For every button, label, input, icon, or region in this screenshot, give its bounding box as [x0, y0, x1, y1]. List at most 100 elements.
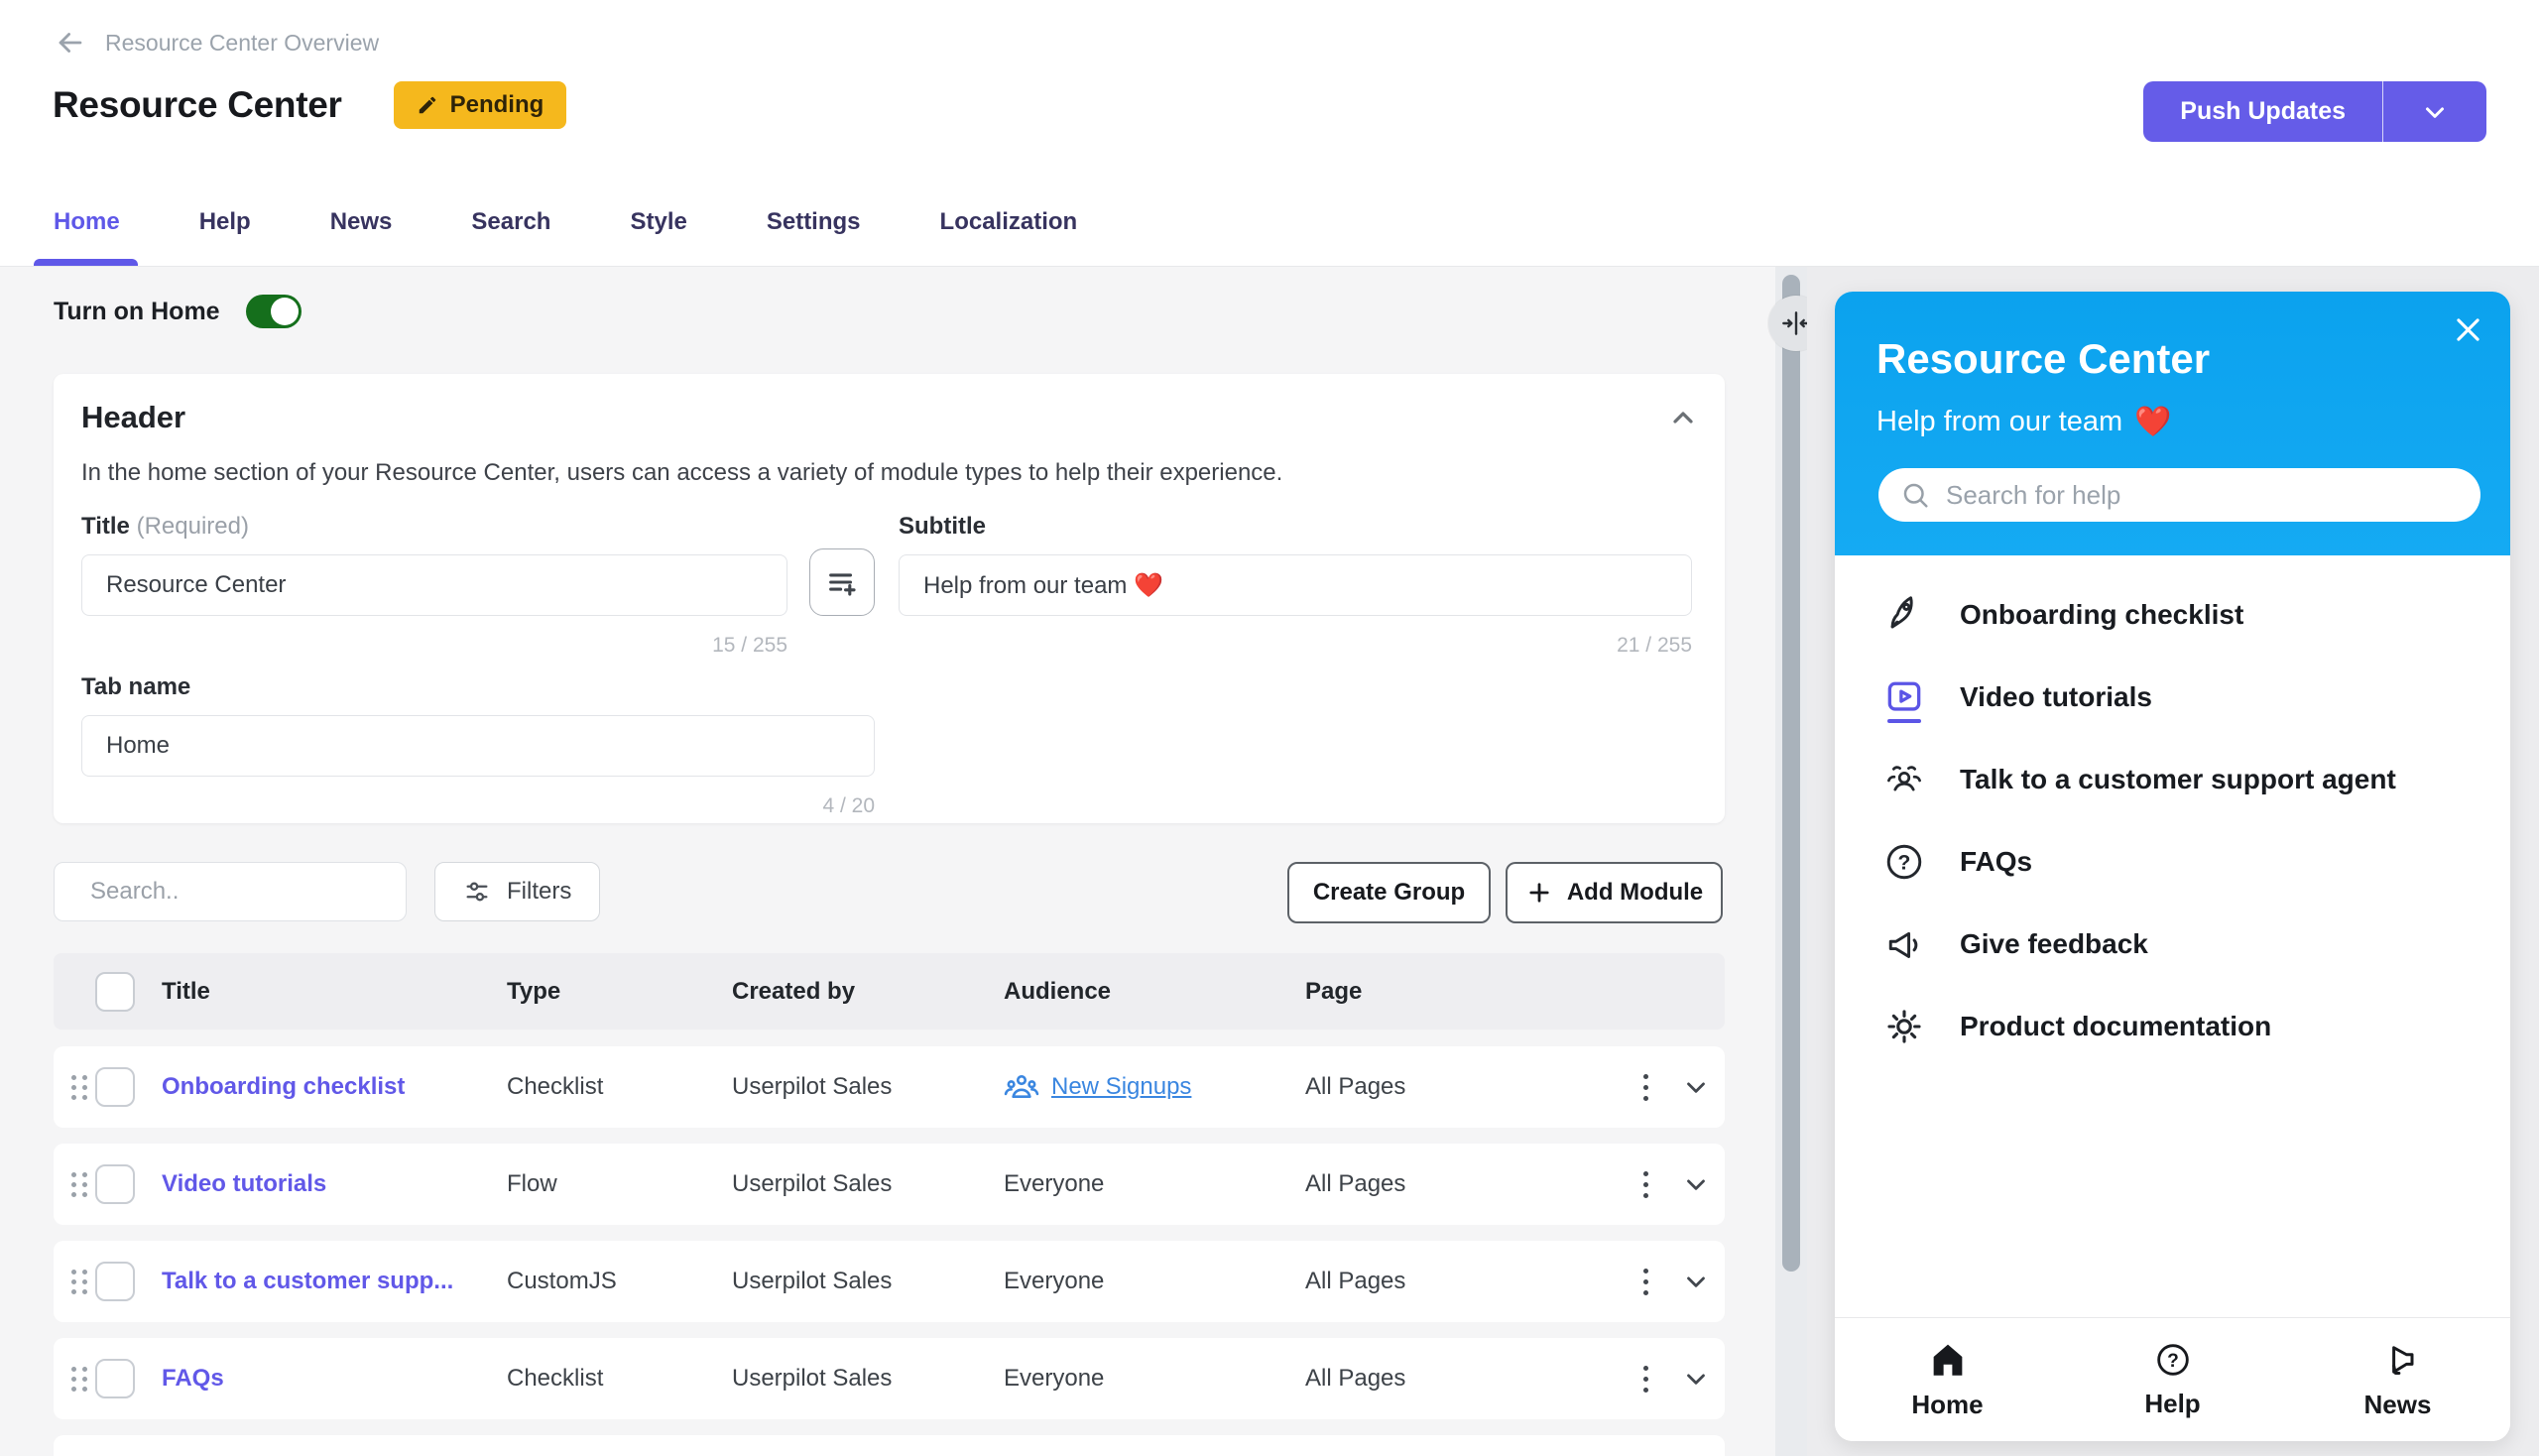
status-badge[interactable]: Pending — [393, 81, 567, 129]
title-input[interactable] — [81, 554, 787, 616]
list-item-label[interactable]: Video tutorials — [1960, 681, 2152, 713]
list-item-label[interactable]: Onboarding checklist — [1960, 599, 2243, 631]
back-arrow-icon[interactable] — [54, 26, 87, 60]
tab-name-input[interactable] — [81, 715, 875, 777]
list-item-label[interactable]: FAQs — [1960, 846, 2032, 878]
megaphone-icon — [1880, 920, 1928, 968]
row-checkbox[interactable] — [95, 1359, 135, 1398]
list-item[interactable]: Onboarding checklist — [1880, 573, 2510, 656]
module-created-by: Userpilot Sales — [732, 1073, 893, 1100]
nav-news-label[interactable]: News — [2364, 1390, 2432, 1420]
row-menu-icon[interactable] — [1635, 1073, 1655, 1101]
scrollbar-thumb[interactable] — [1782, 275, 1800, 1272]
preview-subtitle-text: Help from our team — [1876, 406, 2123, 437]
row-menu-icon[interactable] — [1635, 1365, 1655, 1393]
list-item-label[interactable]: Talk to a customer support agent — [1960, 764, 2396, 795]
row-checkbox[interactable] — [95, 1067, 135, 1107]
nav-help-label[interactable]: Help — [2144, 1389, 2200, 1419]
row-checkbox[interactable] — [95, 1262, 135, 1301]
home-toggle[interactable] — [245, 295, 302, 328]
select-all-checkbox[interactable] — [95, 971, 135, 1012]
tab-settings[interactable]: Settings — [767, 208, 861, 266]
drag-handle-icon[interactable] — [71, 1074, 87, 1100]
search-icon — [1903, 483, 1928, 508]
tab-localization[interactable]: Localization — [940, 208, 1078, 266]
push-updates-button[interactable]: Push Updates — [2143, 81, 2383, 142]
list-item[interactable]: Give feedback — [1880, 903, 2510, 985]
breadcrumb[interactable]: Resource Center Overview — [54, 26, 379, 60]
audience-link-label[interactable]: New Signups — [1051, 1073, 1191, 1101]
title-field-label: Title (Required) — [81, 513, 249, 541]
row-menu-icon[interactable] — [1635, 1170, 1655, 1198]
audience-link[interactable]: New Signups — [1004, 1072, 1305, 1102]
row-expand-chevron-icon[interactable] — [1681, 1364, 1725, 1394]
filters-label: Filters — [507, 878, 572, 905]
header-card: Header In the home section of your Resou… — [54, 374, 1725, 823]
filters-button[interactable]: Filters — [434, 862, 601, 921]
push-updates-dropdown-button[interactable] — [2383, 81, 2486, 142]
column-type: Type — [507, 977, 561, 1005]
subtitle-char-counter: 21 / 255 — [1617, 634, 1692, 657]
home-editor-pane: Turn on Home Header In the home section … — [0, 267, 1775, 1456]
subtitle-label-text: Subtitle — [899, 513, 986, 540]
tab-style[interactable]: Style — [630, 208, 686, 266]
list-item-label[interactable]: Product documentation — [1960, 1011, 2271, 1042]
column-title: Title — [162, 977, 210, 1005]
row-checkbox[interactable] — [95, 1164, 135, 1204]
status-badge-label: Pending — [449, 91, 544, 118]
row-menu-icon[interactable] — [1635, 1268, 1655, 1295]
drag-handle-icon[interactable] — [71, 1366, 87, 1392]
nav-news[interactable]: News — [2285, 1318, 2510, 1441]
title-label-text: Title — [81, 513, 130, 540]
create-group-label: Create Group — [1312, 879, 1466, 906]
list-item[interactable]: Product documentation — [1880, 985, 2510, 1067]
list-item-label[interactable]: Give feedback — [1960, 928, 2148, 960]
users-icon — [1004, 1075, 1039, 1099]
nav-help[interactable]: ? Help — [2060, 1318, 2285, 1441]
chevron-down-icon — [2426, 106, 2444, 118]
modules-toolbar: Filters Create Group Add Module — [54, 862, 1725, 923]
plus-icon — [1529, 883, 1549, 903]
close-button[interactable] — [2452, 313, 2484, 346]
preview-search-input[interactable] — [1946, 479, 2459, 511]
tab-home[interactable]: Home — [34, 208, 138, 266]
row-expand-chevron-icon[interactable] — [1681, 1267, 1725, 1296]
drag-handle-icon[interactable] — [71, 1171, 87, 1197]
rocket-icon — [1880, 591, 1928, 639]
list-item[interactable]: ? FAQs — [1880, 820, 2510, 903]
insert-variable-button[interactable] — [809, 548, 875, 616]
tab-help[interactable]: Help — [199, 208, 251, 266]
row-expand-chevron-icon[interactable] — [1681, 1169, 1725, 1199]
module-created-by: Userpilot Sales — [732, 1170, 893, 1197]
list-item[interactable]: Video tutorials — [1880, 656, 2510, 738]
drag-handle-icon[interactable] — [71, 1269, 87, 1294]
preview-title: Resource Center — [1876, 335, 2211, 382]
nav-home-label[interactable]: Home — [1911, 1390, 1983, 1420]
row-expand-chevron-icon[interactable] — [1681, 1072, 1725, 1102]
create-group-button[interactable]: Create Group — [1287, 862, 1491, 923]
video-play-icon — [1880, 673, 1928, 723]
preview-header: Resource Center Help from our team ❤️ — [1835, 292, 2510, 555]
table-row — [54, 1435, 1725, 1456]
module-type: Checklist — [507, 1365, 604, 1392]
collapse-card-button[interactable] — [1667, 402, 1699, 433]
tab-search[interactable]: Search — [471, 208, 550, 266]
module-search-input[interactable] — [90, 878, 398, 906]
module-title-link[interactable]: FAQs — [162, 1365, 507, 1393]
breadcrumb-label[interactable]: Resource Center Overview — [105, 30, 379, 57]
module-title-link[interactable]: Talk to a customer supp... — [162, 1268, 507, 1295]
module-title-link[interactable]: Onboarding checklist — [162, 1073, 507, 1101]
column-page: Page — [1305, 977, 1363, 1005]
column-created-by: Created by — [732, 977, 856, 1005]
nav-home[interactable]: Home — [1835, 1318, 2060, 1441]
tab-news[interactable]: News — [330, 208, 393, 266]
turn-on-home-label: Turn on Home — [54, 297, 220, 325]
add-module-button[interactable]: Add Module — [1506, 862, 1723, 923]
sliders-icon — [466, 882, 488, 902]
subtitle-input[interactable] — [899, 554, 1692, 616]
module-title-link[interactable]: Video tutorials — [162, 1170, 507, 1198]
svg-text:?: ? — [2167, 1351, 2179, 1372]
turn-on-home-row: Turn on Home — [54, 295, 302, 328]
list-item[interactable]: Talk to a customer support agent — [1880, 738, 2510, 820]
preview-search-box — [1878, 468, 2480, 522]
